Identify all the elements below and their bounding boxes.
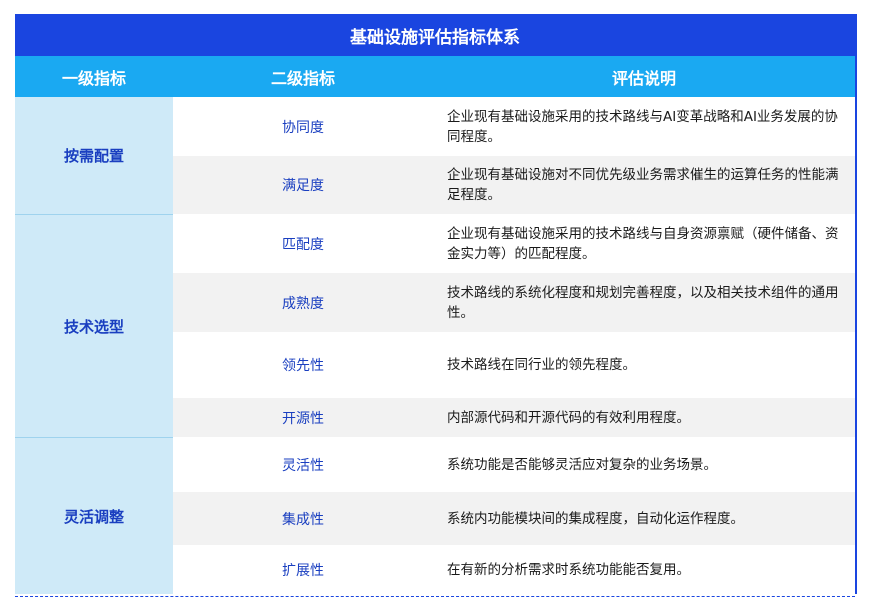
header-description: 评估说明 — [611, 68, 676, 88]
table-row: 集成性 系统内功能模块间的集成程度，自动化运作程度。 — [173, 492, 855, 545]
indicator-name: 扩展性 — [282, 562, 324, 579]
table-row: 匹配度 企业现有基础设施采用的技术路线与自身资源禀赋（硬件储备、资金实力等）的匹… — [173, 215, 855, 273]
indicator-name: 领先性 — [282, 358, 324, 374]
table-right-border — [855, 14, 857, 594]
table-row: 成熟度 技术路线的系统化程度和规划完善程度，以及相关技术组件的通用性。 — [173, 273, 855, 332]
indicator-table: 基础设施评估指标体系 一级指标 二级指标 评估说明 按需配置 协同度 企业现有基… — [15, 14, 855, 594]
table-header: 一级指标 二级指标 评估说明 — [15, 56, 855, 97]
indicator-description: 系统功能是否能够灵活应对复杂的业务场景。 — [447, 457, 717, 473]
table-title: 基础设施评估指标体系 — [15, 14, 855, 56]
indicator-description: 系统内功能模块间的集成程度，自动化运作程度。 — [447, 510, 744, 527]
indicator-name: 匹配度 — [282, 237, 324, 253]
indicator-name: 集成性 — [282, 511, 324, 528]
table-row: 灵活性 系统功能是否能够灵活应对复杂的业务场景。 — [173, 438, 855, 492]
table-row: 扩展性 在有新的分析需求时系统功能能否复用。 — [173, 545, 855, 594]
indicator-description: 企业现有基础设施采用的技术路线与自身资源禀赋（硬件储备、资金实力等）的匹配程度。 — [447, 226, 839, 262]
indicator-description: 内部源代码和开源代码的有效利用程度。 — [447, 409, 690, 426]
table-bottom-border — [15, 596, 855, 597]
indicator-name: 协同度 — [282, 119, 324, 136]
table-row: 协同度 企业现有基础设施采用的技术路线与AI变革战略和AI业务发展的协同程度。 — [173, 97, 855, 156]
indicator-name: 开源性 — [282, 410, 324, 427]
header-level2: 二级指标 — [270, 68, 335, 88]
category-cell: 灵活调整 — [15, 438, 173, 594]
indicator-description: 企业现有基础设施对不同优先级业务需求催生的运算任务的性能满足程度。 — [447, 167, 839, 203]
header-level1: 一级指标 — [61, 68, 126, 88]
indicator-description: 企业现有基础设施采用的技术路线与AI变革战略和AI业务发展的协同程度。 — [447, 108, 838, 145]
indicator-name: 满足度 — [282, 178, 324, 194]
indicator-name: 灵活性 — [282, 458, 324, 474]
category-cell: 按需配置 — [15, 97, 173, 214]
table-row: 领先性 技术路线在同行业的领先程度。 — [173, 332, 855, 398]
table-row: 满足度 企业现有基础设施对不同优先级业务需求催生的运算任务的性能满足程度。 — [173, 156, 855, 214]
indicator-description: 技术路线在同行业的领先程度。 — [447, 357, 636, 373]
indicator-description: 技术路线的系统化程度和规划完善程度，以及相关技术组件的通用性。 — [447, 284, 839, 321]
indicator-name: 成熟度 — [282, 295, 324, 312]
table-row: 开源性 内部源代码和开源代码的有效利用程度。 — [173, 398, 855, 437]
indicator-description: 在有新的分析需求时系统功能能否复用。 — [447, 561, 690, 578]
category-cell: 技术选型 — [15, 215, 173, 437]
